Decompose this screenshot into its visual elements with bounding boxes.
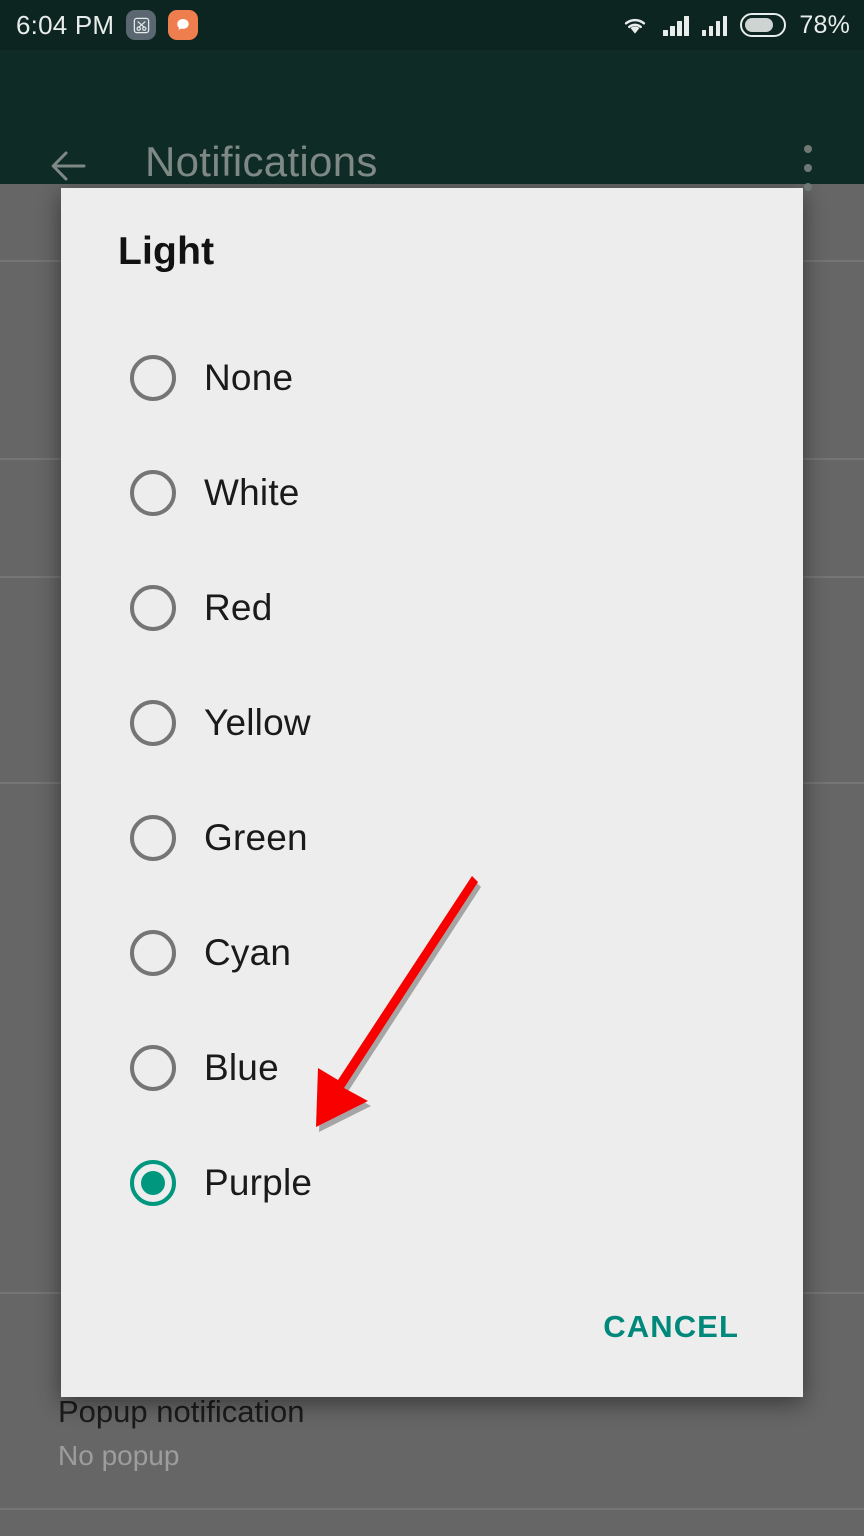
cellular-signal-icon: [663, 14, 689, 36]
radio-option-cyan[interactable]: Cyan: [61, 895, 803, 1010]
status-bar: 6:04 PM 78%: [0, 0, 864, 50]
radio-option-none[interactable]: None: [61, 320, 803, 435]
list-item-subtitle: No popup: [58, 1440, 180, 1471]
radio-option-label: Cyan: [204, 931, 292, 973]
wifi-icon: [625, 18, 646, 34]
cellular-signal-icon-2: [701, 14, 728, 36]
list-divider: [0, 1508, 864, 1510]
radio-option-label: Yellow: [204, 701, 311, 743]
radio-button-icon: [130, 814, 176, 861]
list-item[interactable]: Popup notification No popup: [58, 1394, 304, 1472]
back-arrow-icon[interactable]: [44, 142, 92, 190]
radio-button-icon: [130, 469, 176, 516]
radio-button-icon: [130, 1044, 176, 1091]
radio-button-icon: [130, 699, 176, 746]
page-title: Notifications: [145, 138, 378, 185]
radio-option-yellow[interactable]: Yellow: [61, 665, 803, 780]
radio-option-label: White: [204, 471, 300, 513]
radio-option-label: Blue: [204, 1046, 279, 1088]
radio-option-label: Purple: [204, 1161, 313, 1203]
screenshot-scissors-icon: [126, 10, 157, 40]
battery-icon: [740, 13, 787, 37]
list-item-title: Popup notification: [58, 1394, 305, 1429]
phone-screen: 6:04 PM 78% Notifications Popup notifica…: [0, 0, 864, 1536]
assistant-bubble-icon: [168, 10, 199, 40]
radio-button-icon: [130, 929, 176, 976]
dialog-title: Light: [118, 230, 215, 273]
radio-group: None White Red Yellow Green Cyan Blue Pu…: [61, 320, 803, 1240]
battery-percent-label: 78%: [799, 10, 850, 39]
radio-option-label: None: [204, 356, 294, 398]
radio-button-icon: [130, 354, 176, 401]
status-bar-indicators: 78%: [620, 11, 850, 40]
app-bar: Notifications: [0, 50, 864, 191]
light-color-dialog: Light None White Red Yellow Green Cyan B…: [61, 188, 803, 1397]
cancel-button[interactable]: CANCEL: [597, 1299, 745, 1355]
radio-option-purple[interactable]: Purple: [61, 1125, 803, 1240]
radio-option-white[interactable]: White: [61, 435, 803, 550]
radio-option-green[interactable]: Green: [61, 780, 803, 895]
radio-option-blue[interactable]: Blue: [61, 1010, 803, 1125]
overflow-menu-icon[interactable]: [788, 145, 828, 191]
radio-option-red[interactable]: Red: [61, 550, 803, 665]
status-bar-clock: 6:04 PM: [16, 9, 115, 40]
radio-button-icon: [130, 584, 176, 631]
radio-option-label: Red: [204, 586, 273, 628]
radio-option-label: Green: [204, 816, 308, 858]
radio-button-selected-icon: [130, 1159, 176, 1206]
